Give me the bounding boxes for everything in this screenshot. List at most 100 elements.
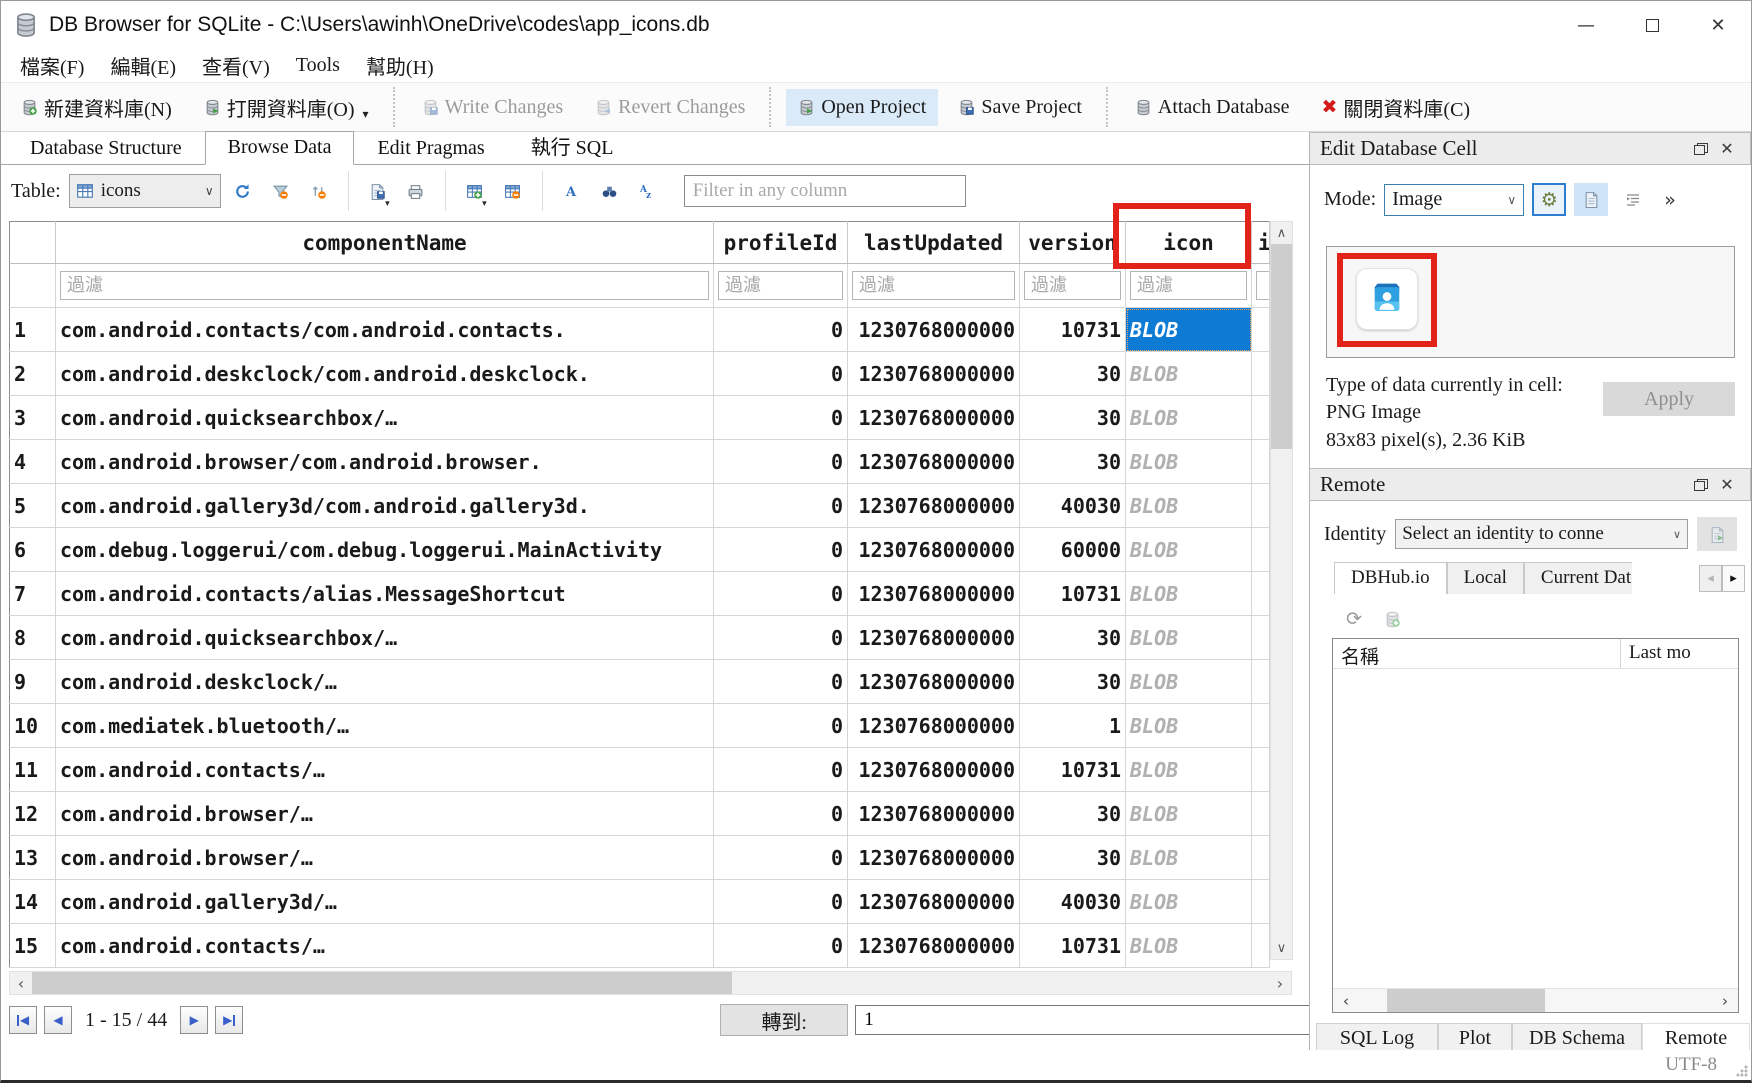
attach-database-button[interactable]: Attach Database bbox=[1123, 89, 1302, 126]
cell-componentName[interactable]: com.android.contacts/… bbox=[56, 748, 714, 792]
cell-extra[interactable] bbox=[1252, 616, 1270, 660]
tab-edit-pragmas[interactable]: Edit Pragmas bbox=[354, 132, 507, 165]
print-button[interactable] bbox=[400, 174, 432, 208]
tab-execute-sql[interactable]: 執行 SQL bbox=[508, 126, 637, 165]
cell-lastUpdated[interactable]: 1230768000000 bbox=[848, 836, 1020, 880]
cell-lastUpdated[interactable]: 1230768000000 bbox=[848, 440, 1020, 484]
cell-extra[interactable] bbox=[1252, 836, 1270, 880]
cell-lastUpdated[interactable]: 1230768000000 bbox=[848, 396, 1020, 440]
cell-componentName[interactable]: com.android.deskclock/… bbox=[56, 660, 714, 704]
cell-extra[interactable] bbox=[1252, 704, 1270, 748]
clear-filters-button[interactable] bbox=[265, 174, 297, 208]
cell-componentName[interactable]: com.android.contacts/… bbox=[56, 924, 714, 968]
cell-lastUpdated[interactable]: 1230768000000 bbox=[848, 528, 1020, 572]
cell-profileId[interactable]: 0 bbox=[714, 836, 848, 880]
float-panel-button[interactable] bbox=[1688, 469, 1714, 500]
cell-lastUpdated[interactable]: 1230768000000 bbox=[848, 792, 1020, 836]
cell-componentName[interactable]: com.mediatek.bluetooth/… bbox=[56, 704, 714, 748]
cell-componentName[interactable]: com.android.gallery3d/… bbox=[56, 880, 714, 924]
cell-extra[interactable] bbox=[1252, 528, 1270, 572]
last-record-button[interactable]: ▶ bbox=[215, 1006, 243, 1034]
cell-profileId[interactable]: 0 bbox=[714, 880, 848, 924]
cell-profileId[interactable]: 0 bbox=[714, 352, 848, 396]
filter-input-extra[interactable] bbox=[1256, 271, 1270, 300]
cell-extra[interactable] bbox=[1252, 924, 1270, 968]
vertical-scrollbar[interactable]: ∧ ∨ bbox=[1270, 221, 1293, 960]
cell-version[interactable]: 10731 bbox=[1020, 924, 1126, 968]
cell-componentName[interactable]: com.android.contacts/com.android.contact… bbox=[56, 308, 714, 352]
encoding-indicator[interactable]: UTF-8 bbox=[1665, 1054, 1717, 1076]
cell-version[interactable]: 60000 bbox=[1020, 528, 1126, 572]
cell-extra[interactable] bbox=[1252, 660, 1270, 704]
tab-database-structure[interactable]: Database Structure bbox=[7, 132, 205, 165]
filter-input-icon[interactable] bbox=[1130, 271, 1247, 300]
goto-record-input[interactable] bbox=[855, 1005, 1310, 1035]
close-database-button[interactable]: ✖ 關閉資料庫(C) bbox=[1309, 86, 1482, 129]
cell-version[interactable]: 30 bbox=[1020, 836, 1126, 880]
cell-profileId[interactable]: 0 bbox=[714, 792, 848, 836]
minimize-button[interactable]: — bbox=[1553, 1, 1619, 49]
word-wrap-button[interactable] bbox=[1616, 183, 1650, 216]
horizontal-scrollbar[interactable]: ‹ › bbox=[9, 971, 1292, 995]
menu-edit[interactable]: 編輯(E) bbox=[97, 49, 189, 82]
resize-grip-icon[interactable] bbox=[1736, 1065, 1748, 1077]
row-number[interactable]: 2 bbox=[10, 352, 56, 396]
save-results-dropdown-icon[interactable]: ▾ bbox=[385, 198, 390, 209]
filter-any-column-input[interactable] bbox=[684, 175, 966, 207]
row-number[interactable]: 1 bbox=[10, 308, 56, 352]
column-header-icon[interactable]: icon bbox=[1126, 222, 1252, 264]
cell-icon[interactable]: BLOB bbox=[1126, 308, 1252, 352]
cell-icon[interactable]: BLOB bbox=[1126, 528, 1252, 572]
row-number[interactable]: 12 bbox=[10, 792, 56, 836]
remote-tab-dbhub[interactable]: DBHub.io bbox=[1334, 562, 1447, 594]
revert-changes-button[interactable]: Revert Changes bbox=[583, 89, 757, 126]
cell-profileId[interactable]: 0 bbox=[714, 528, 848, 572]
remote-clone-database-button[interactable] bbox=[1384, 611, 1401, 628]
close-panel-button[interactable]: ✕ bbox=[1714, 469, 1740, 500]
cell-componentName[interactable]: com.android.browser/… bbox=[56, 836, 714, 880]
cell-profileId[interactable]: 0 bbox=[714, 396, 848, 440]
cell-version[interactable]: 1 bbox=[1020, 704, 1126, 748]
cell-lastUpdated[interactable]: 1230768000000 bbox=[848, 748, 1020, 792]
tab-browse-data[interactable]: Browse Data bbox=[205, 131, 355, 165]
row-number[interactable]: 4 bbox=[10, 440, 56, 484]
apply-button[interactable]: Apply bbox=[1603, 382, 1735, 416]
save-project-button[interactable]: Save Project bbox=[946, 89, 1094, 126]
previous-record-button[interactable]: ◀ bbox=[44, 1006, 72, 1034]
menu-help[interactable]: 幫助(H) bbox=[353, 49, 447, 82]
open-project-button[interactable]: Open Project bbox=[786, 89, 938, 126]
row-number[interactable]: 6 bbox=[10, 528, 56, 572]
sort-az-button[interactable]: Az bbox=[632, 174, 664, 208]
filter-input-componentName[interactable] bbox=[60, 271, 709, 300]
row-number[interactable]: 15 bbox=[10, 924, 56, 968]
cell-lastUpdated[interactable]: 1230768000000 bbox=[848, 616, 1020, 660]
scroll-right-icon[interactable]: › bbox=[1269, 974, 1291, 993]
cell-icon[interactable]: BLOB bbox=[1126, 440, 1252, 484]
first-record-button[interactable]: ◀ bbox=[9, 1006, 37, 1034]
cell-lastUpdated[interactable]: 1230768000000 bbox=[848, 704, 1020, 748]
row-number[interactable]: 5 bbox=[10, 484, 56, 528]
clear-sorting-button[interactable] bbox=[303, 174, 335, 208]
menu-file[interactable]: 檔案(F) bbox=[7, 49, 97, 82]
cell-lastUpdated[interactable]: 1230768000000 bbox=[848, 660, 1020, 704]
filter-input-profileId[interactable] bbox=[718, 271, 843, 300]
cell-componentName[interactable]: com.android.quicksearchbox/… bbox=[56, 396, 714, 440]
cell-componentName[interactable]: com.android.browser/com.android.browser. bbox=[56, 440, 714, 484]
cell-lastUpdated[interactable]: 1230768000000 bbox=[848, 484, 1020, 528]
cell-componentName[interactable]: com.android.deskclock/com.android.deskcl… bbox=[56, 352, 714, 396]
write-changes-button[interactable]: Write Changes bbox=[410, 89, 576, 126]
remote-list-body[interactable] bbox=[1333, 669, 1738, 988]
remote-horizontal-scrollbar[interactable]: ‹ › bbox=[1333, 988, 1738, 1012]
row-number[interactable]: 8 bbox=[10, 616, 56, 660]
remote-scrollbar-thumb[interactable] bbox=[1387, 989, 1545, 1012]
maximize-button[interactable] bbox=[1619, 1, 1685, 49]
scroll-left-icon[interactable]: ‹ bbox=[10, 974, 32, 993]
cell-icon[interactable]: BLOB bbox=[1126, 704, 1252, 748]
cell-profileId[interactable]: 0 bbox=[714, 924, 848, 968]
cell-icon[interactable]: BLOB bbox=[1126, 748, 1252, 792]
cell-icon[interactable]: BLOB bbox=[1126, 836, 1252, 880]
row-number[interactable]: 3 bbox=[10, 396, 56, 440]
cell-icon[interactable]: BLOB bbox=[1126, 352, 1252, 396]
scroll-right-icon[interactable]: › bbox=[1712, 992, 1738, 1010]
cell-lastUpdated[interactable]: 1230768000000 bbox=[848, 572, 1020, 616]
